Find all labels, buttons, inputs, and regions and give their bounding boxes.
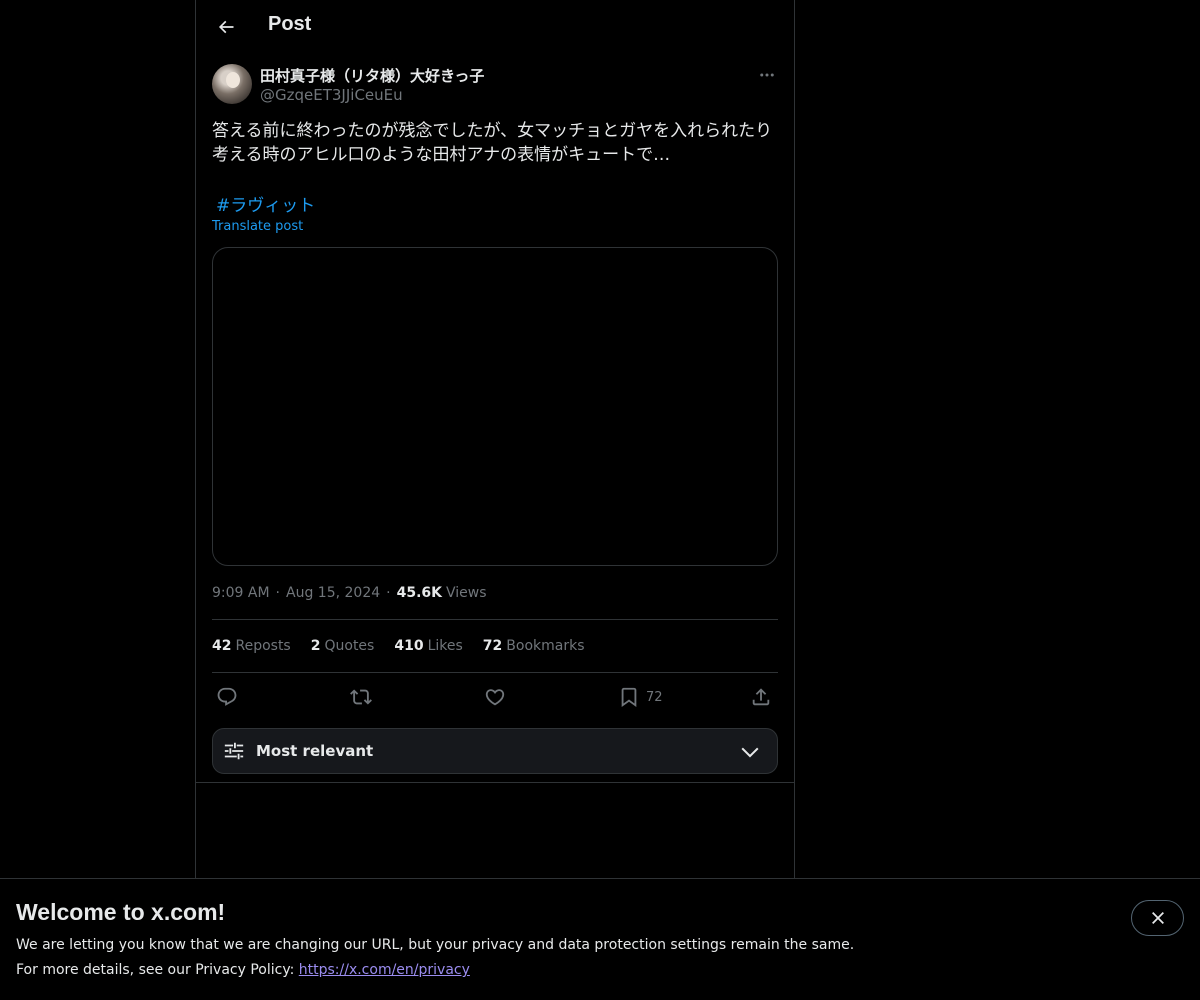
like-button[interactable] [484,684,506,710]
bookmark-icon [621,687,637,708]
share-button[interactable] [750,684,772,710]
heart-icon [485,689,505,706]
reposts-stat[interactable]: 42 Reposts [212,638,291,654]
reply-sort-dropdown[interactable]: Most relevant [212,728,778,774]
author-handle[interactable]: @GzqeET3JJiCeuEu [260,86,403,104]
post-stats: 42 Reposts 2 Quotes 410 Likes 72 Bookmarks [212,636,605,656]
page-title: Post [268,13,312,35]
likes-stat[interactable]: 410 Likes [394,638,462,654]
quotes-stat[interactable]: 2 Quotes [311,638,375,654]
avatar[interactable] [212,64,252,104]
bookmark-count: 72 [646,689,663,705]
more-options-button[interactable] [756,64,778,86]
divider [212,672,778,673]
banner-message: We are letting you know that we are chan… [16,937,855,953]
close-banner-button[interactable] [1131,900,1184,936]
translate-post-link[interactable]: Translate post [212,219,303,234]
reply-button[interactable] [216,684,238,710]
arrow-left-icon [218,20,234,34]
views-count: 45.6K [396,585,442,601]
post-date[interactable]: Aug 15, 2024 [286,585,380,601]
url-change-banner: Welcome to x.com! We are letting you kno… [0,878,1200,1000]
sort-label: Most relevant [256,742,374,760]
post-media[interactable] [212,247,778,566]
views-label: Views [445,585,487,601]
main-column: Post 田村真子様（リタ様）大好きっ子 @GzqeET3JJiCeuEu 答え… [195,0,795,880]
reply-icon [217,687,237,706]
divider [196,782,794,783]
hashtag-link[interactable]: #ラヴィット [216,191,315,216]
post-author: 田村真子様（リタ様）大好きっ子 @GzqeET3JJiCeuEu [212,64,778,108]
page-header: Post [196,0,794,54]
privacy-policy-link[interactable]: https://x.com/en/privacy [299,962,470,978]
repost-button[interactable] [350,684,372,710]
chevron-down-icon [741,747,759,758]
bookmarks-stat[interactable]: 72 Bookmarks [483,638,585,654]
repost-icon [350,689,372,705]
divider [212,619,778,620]
banner-title: Welcome to x.com! [16,899,226,925]
share-icon [752,688,770,706]
back-button[interactable] [208,9,244,45]
author-display-name[interactable]: 田村真子様（リタ様）大好きっ子 [260,65,484,86]
post-text: 答える前に終わったのが残念でしたが、女マッチョとガヤを入れられたり 考える時のア… [212,121,773,165]
post-time[interactable]: 9:09 AM [212,585,270,601]
bookmark-button[interactable]: 72 [618,684,663,710]
banner-policy-line: For more details, see our Privacy Policy… [16,962,470,978]
sliders-icon [224,742,244,760]
meta-separator: · [275,585,280,601]
meta-separator: · [386,585,391,601]
banner-policy-prefix: For more details, see our Privacy Policy… [16,962,299,978]
post-meta: 9:09 AM · Aug 15, 2024 · 45.6K Views [212,583,487,603]
post-actions: 72 [212,684,778,710]
more-horizontal-icon [760,73,774,77]
close-icon [1151,912,1164,924]
